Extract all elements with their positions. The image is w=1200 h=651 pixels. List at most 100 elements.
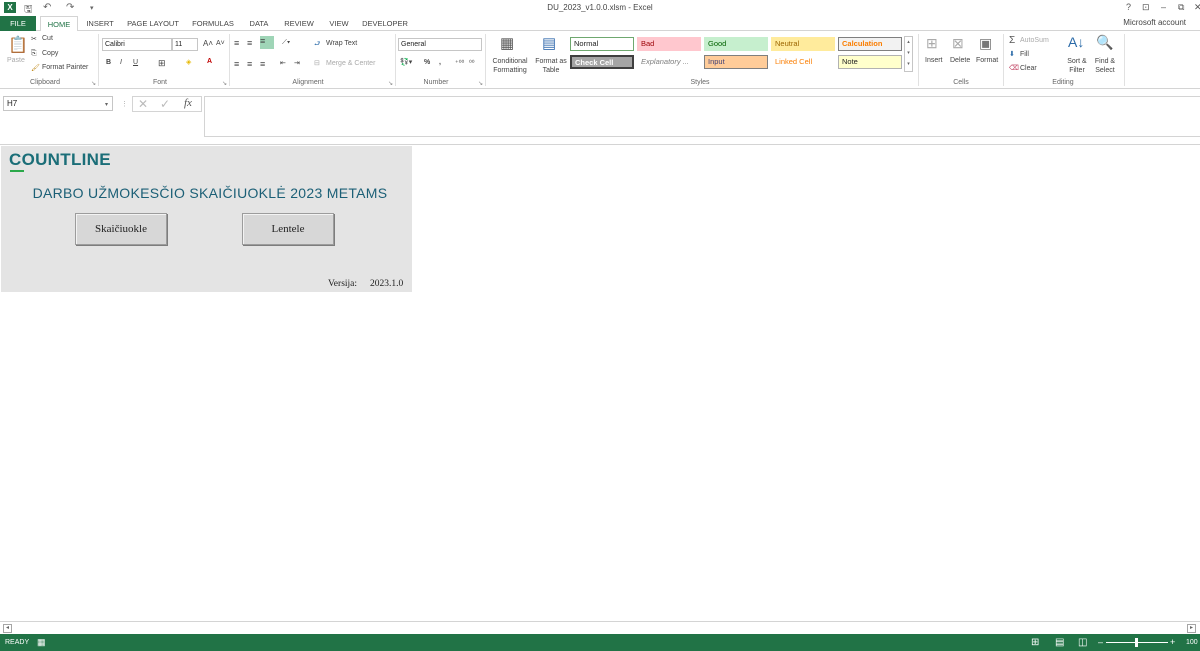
style-bad[interactable]: Bad bbox=[637, 37, 701, 51]
version-value: 2023.1.0 bbox=[370, 279, 404, 289]
close-icon[interactable]: ✕ bbox=[1194, 2, 1200, 13]
align-bottom-icon[interactable]: ≡ bbox=[260, 36, 274, 49]
font-name-select[interactable]: Calibri bbox=[102, 38, 172, 51]
tab-developer[interactable]: DEVELOPER bbox=[362, 16, 408, 31]
tab-insert[interactable]: INSERT bbox=[84, 16, 116, 31]
style-check-cell[interactable]: Check Cell bbox=[570, 55, 634, 69]
copy-button[interactable]: Copy bbox=[42, 50, 58, 57]
orientation-icon[interactable]: ⟋▾ bbox=[282, 39, 290, 47]
italic-button[interactable]: I bbox=[120, 59, 122, 66]
format-as-table-button[interactable]: Format as Table bbox=[533, 57, 569, 75]
tab-formulas[interactable]: FORMULAS bbox=[190, 16, 236, 31]
number-launcher-icon[interactable]: ↘ bbox=[478, 80, 483, 87]
merge-center-button[interactable]: Merge & Center bbox=[326, 60, 375, 67]
style-good[interactable]: Good bbox=[704, 37, 768, 51]
insert-cells-button[interactable]: Insert bbox=[925, 57, 943, 64]
conditional-formatting-button[interactable]: Conditional Formatting bbox=[488, 57, 532, 75]
cut-icon: ✂ bbox=[31, 36, 37, 43]
copy-icon: ⎘ bbox=[31, 50, 37, 57]
scroll-right-icon[interactable]: ▸ bbox=[1187, 624, 1196, 633]
title-bar: X 🖫 ↶ ↷ ▾ DU_2023_v1.0.0.xlsm - Excel ? … bbox=[0, 0, 1200, 16]
minimize-icon[interactable]: – bbox=[1161, 2, 1166, 12]
autosum-button[interactable]: AutoSum bbox=[1020, 37, 1049, 44]
name-box[interactable]: H7 bbox=[3, 96, 113, 111]
insert-cells-icon: ⊞ bbox=[926, 35, 938, 51]
style-explanatory[interactable]: Explanatory ... bbox=[637, 55, 701, 69]
borders-icon[interactable]: ⊞ bbox=[158, 58, 166, 69]
cut-button[interactable]: Cut bbox=[42, 35, 53, 42]
style-calculation[interactable]: Calculation bbox=[838, 37, 902, 51]
style-note[interactable]: Note bbox=[838, 55, 902, 69]
zoom-slider-thumb[interactable] bbox=[1135, 638, 1138, 647]
font-color-icon[interactable]: A bbox=[207, 58, 212, 65]
number-format-select[interactable]: General bbox=[398, 38, 482, 51]
sort-filter-button[interactable]: Sort & Filter bbox=[1064, 57, 1090, 75]
scroll-left-icon[interactable]: ◂ bbox=[3, 624, 12, 633]
style-neutral[interactable]: Neutral bbox=[771, 37, 835, 51]
font-launcher-icon[interactable]: ↘ bbox=[222, 80, 227, 87]
align-top-icon[interactable]: ≡ bbox=[234, 38, 239, 48]
align-middle-icon[interactable]: ≡ bbox=[247, 38, 252, 48]
name-box-dropdown-icon[interactable]: ▾ bbox=[105, 101, 108, 108]
tab-page-layout[interactable]: PAGE LAYOUT bbox=[124, 16, 182, 31]
paste-button[interactable]: Paste bbox=[7, 57, 25, 64]
tab-view[interactable]: VIEW bbox=[326, 16, 352, 31]
calculator-button[interactable]: Skaičiuokle bbox=[75, 213, 167, 245]
align-right-icon[interactable]: ≡ bbox=[260, 59, 265, 69]
font-size-select[interactable]: 11 bbox=[172, 38, 198, 51]
comma-button[interactable]: , bbox=[439, 59, 441, 66]
format-cells-button[interactable]: Format bbox=[976, 57, 998, 64]
bold-button[interactable]: B bbox=[106, 59, 111, 66]
style-normal[interactable]: Normal bbox=[570, 37, 634, 51]
clear-button[interactable]: Clear bbox=[1020, 65, 1037, 72]
align-left-icon[interactable]: ≡ bbox=[234, 59, 239, 69]
increase-font-icon[interactable]: A˄ bbox=[203, 39, 213, 48]
enter-icon[interactable]: ✓ bbox=[160, 97, 170, 111]
increase-indent-icon[interactable]: ⇥ bbox=[294, 59, 300, 67]
horizontal-scrollbar[interactable]: ◂ ▸ bbox=[0, 621, 1200, 634]
help-icon[interactable]: ? bbox=[1126, 2, 1131, 12]
delete-cells-button[interactable]: Delete bbox=[950, 57, 970, 64]
conditional-formatting-icon: ▦ bbox=[500, 35, 515, 52]
accounting-format-icon[interactable]: 💱▾ bbox=[400, 58, 412, 66]
tab-home[interactable]: HOME bbox=[40, 16, 78, 32]
alignment-launcher-icon[interactable]: ↘ bbox=[388, 80, 393, 87]
styles-gallery-scroll[interactable]: ▴ ▾ ▾ bbox=[904, 36, 913, 72]
insert-function-button[interactable]: fx bbox=[184, 97, 192, 109]
fill-button[interactable]: Fill bbox=[1020, 51, 1029, 58]
restore-icon[interactable]: ⧉ bbox=[1178, 2, 1184, 13]
zoom-level[interactable]: 100 bbox=[1186, 639, 1198, 646]
zoom-in-icon[interactable]: + bbox=[1170, 637, 1175, 647]
paste-icon[interactable]: 📋 bbox=[8, 35, 28, 55]
divider bbox=[1124, 34, 1125, 86]
underline-button[interactable]: U bbox=[133, 59, 138, 66]
percent-button[interactable]: % bbox=[424, 59, 430, 66]
account-menu[interactable]: Microsoft account bbox=[1123, 18, 1186, 27]
clipboard-group-label: Clipboard bbox=[30, 79, 60, 86]
formula-input[interactable] bbox=[204, 96, 1200, 137]
increase-decimal-icon[interactable]: ⁺⁰⁰ bbox=[455, 59, 464, 67]
macro-record-icon[interactable]: ▦ bbox=[37, 637, 46, 648]
clipboard-launcher-icon[interactable]: ↘ bbox=[91, 80, 96, 87]
wrap-text-button[interactable]: Wrap Text bbox=[326, 40, 357, 47]
style-input[interactable]: Input bbox=[704, 55, 768, 69]
zoom-out-icon[interactable]: – bbox=[1098, 637, 1103, 647]
cancel-icon[interactable]: ✕ bbox=[138, 97, 148, 111]
tab-data[interactable]: DATA bbox=[246, 16, 272, 31]
ribbon-display-options-icon[interactable]: ⊡ bbox=[1142, 2, 1150, 13]
decrease-indent-icon[interactable]: ⇤ bbox=[280, 59, 286, 67]
style-linked-cell[interactable]: Linked Cell bbox=[771, 55, 835, 69]
find-select-button[interactable]: Find & Select bbox=[1091, 57, 1119, 75]
tab-file[interactable]: FILE bbox=[0, 16, 36, 31]
tab-review[interactable]: REVIEW bbox=[282, 16, 316, 31]
page-break-view-icon[interactable]: ◫ bbox=[1078, 637, 1087, 648]
fill-color-icon[interactable]: ◈ bbox=[186, 58, 191, 66]
format-painter-button[interactable]: Format Painter bbox=[42, 64, 88, 71]
align-center-icon[interactable]: ≡ bbox=[247, 59, 252, 69]
normal-view-icon[interactable]: ⊞ bbox=[1031, 637, 1039, 648]
worksheet-area[interactable]: COUNTLINE DARBO UŽMOKESČIO SKAIČIUOKLĖ 2… bbox=[0, 144, 1200, 621]
decrease-font-icon[interactable]: A˅ bbox=[216, 40, 225, 47]
page-layout-view-icon[interactable]: ▤ bbox=[1055, 637, 1064, 648]
table-button[interactable]: Lentele bbox=[242, 213, 334, 245]
decrease-decimal-icon[interactable]: ⁰⁰ bbox=[469, 59, 475, 67]
